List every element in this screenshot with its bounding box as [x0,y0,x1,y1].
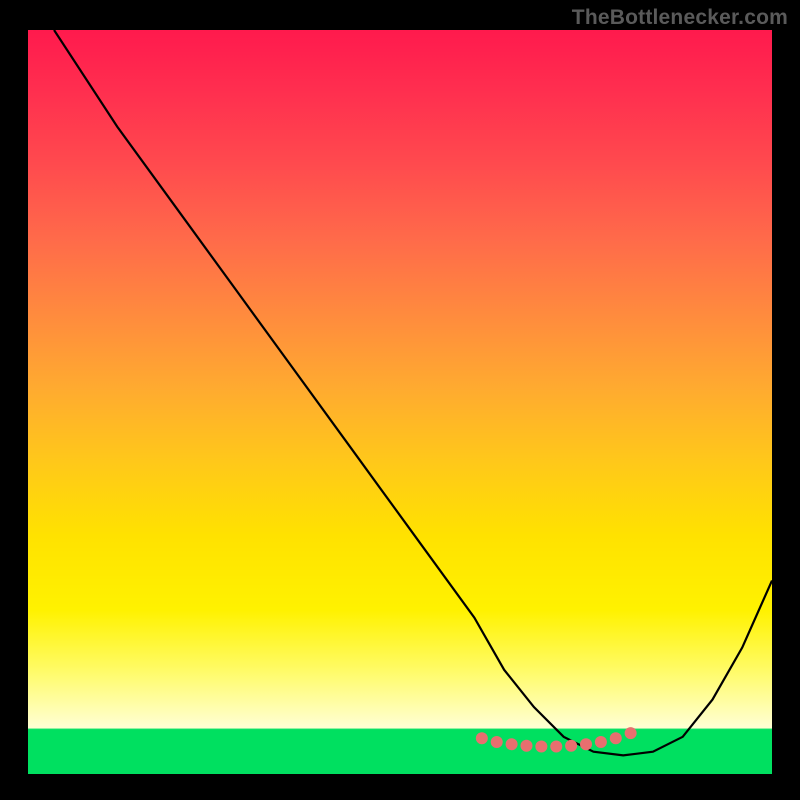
bottleneck-curve [54,30,772,755]
pink-dot [535,740,547,752]
pink-dot [476,732,488,744]
pink-dot [565,740,577,752]
pink-dot [595,736,607,748]
chart-overlay [28,30,772,774]
pink-dot [580,738,592,750]
attribution-text: TheBottlenecker.com [572,6,788,30]
plot-area [28,30,772,774]
pink-dot [520,740,532,752]
pink-dot [610,732,622,744]
pink-dot [506,738,518,750]
pink-dot [625,727,637,739]
pink-dot [550,740,562,752]
pink-dot [491,736,503,748]
